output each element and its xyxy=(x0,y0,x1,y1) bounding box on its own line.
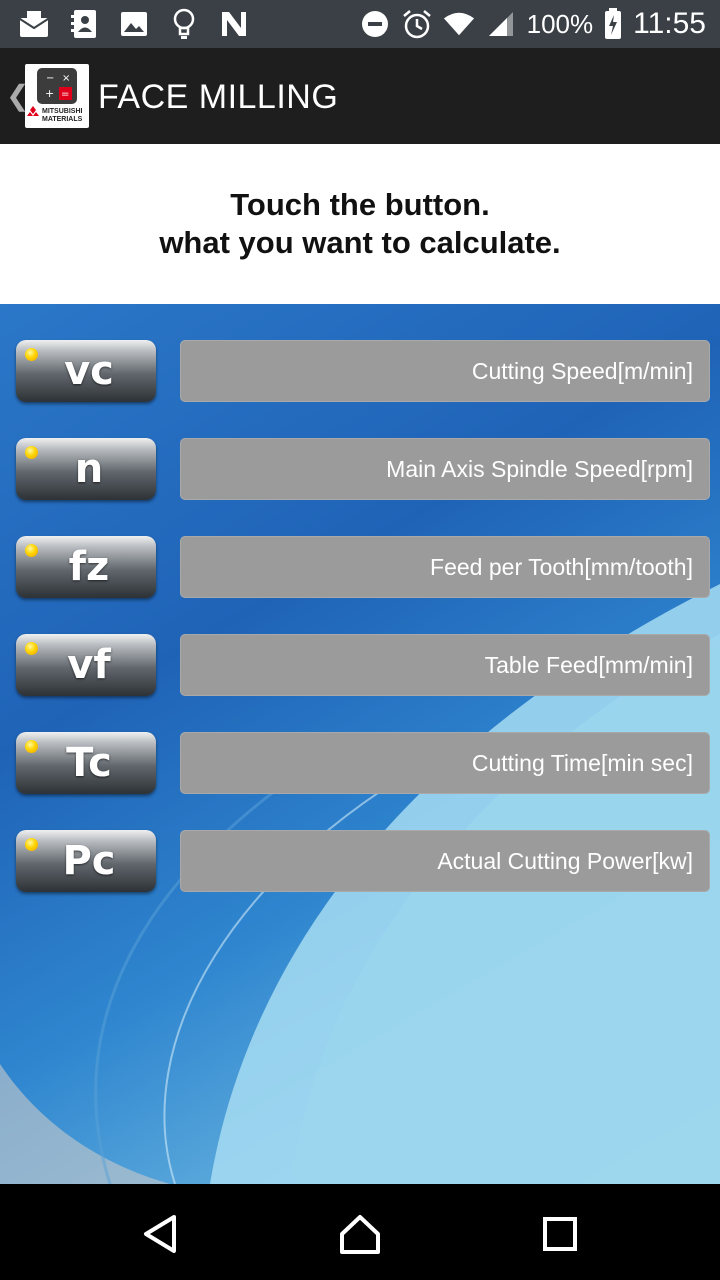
n-button[interactable]: n xyxy=(16,438,156,500)
indicator-dot-icon xyxy=(25,446,38,459)
feed-per-tooth-label: Feed per Tooth[mm/tooth] xyxy=(430,553,693,580)
spindle-speed-button[interactable]: Main Axis Spindle Speed[rpm] xyxy=(180,438,710,500)
cutting-speed-button[interactable]: Cutting Speed[m/min] xyxy=(180,340,710,402)
table-feed-button[interactable]: Table Feed[mm/min] xyxy=(180,634,710,696)
row-tc: Tc Cutting Time[min sec] xyxy=(16,732,712,796)
spindle-speed-label: Main Axis Spindle Speed[rpm] xyxy=(386,455,693,482)
clock: 11:55 xyxy=(633,7,706,40)
indicator-dot-icon xyxy=(25,740,38,753)
pc-button[interactable]: Pc xyxy=(16,830,156,892)
vf-label: vf xyxy=(67,642,111,688)
battery-percent: 100% xyxy=(526,8,594,39)
vf-button[interactable]: vf xyxy=(16,634,156,696)
tc-label: Tc xyxy=(66,740,112,786)
fz-button[interactable]: fz xyxy=(16,536,156,598)
cutting-speed-label: Cutting Speed[m/min] xyxy=(471,357,693,384)
cutting-power-button[interactable]: Actual Cutting Power[kw] xyxy=(180,830,710,892)
fz-label: fz xyxy=(68,544,110,590)
home-icon[interactable] xyxy=(338,1212,382,1256)
svg-text:−: − xyxy=(46,73,54,84)
tc-button[interactable]: Tc xyxy=(16,732,156,794)
wifi-icon xyxy=(443,6,475,42)
page-title: FACE MILLING xyxy=(98,78,339,116)
row-vf: vf Table Feed[mm/min] xyxy=(16,634,712,698)
calculator-menu: vc Cutting Speed[m/min] n Main Axis Spin… xyxy=(0,304,720,1184)
instruction-line-1: Touch the button. xyxy=(230,187,490,222)
indicator-dot-icon xyxy=(25,838,38,851)
instruction-panel: Touch the button. what you want to calcu… xyxy=(0,144,720,304)
navigation-bar xyxy=(0,1184,720,1280)
dnd-icon xyxy=(359,6,391,42)
calculator-logo-icon[interactable]: − × + = MITSUBISHI MATERIALS xyxy=(25,64,89,128)
contacts-icon xyxy=(68,6,100,42)
indicator-dot-icon xyxy=(25,642,38,655)
bulb-icon xyxy=(168,6,200,42)
svg-text:+: + xyxy=(45,87,54,100)
row-n: n Main Axis Spindle Speed[rpm] xyxy=(16,438,712,502)
image-icon xyxy=(118,6,150,42)
app-bar: ❮ − × + = MITSUBISHI MATERIALS FACE MILL… xyxy=(0,48,720,144)
alarm-icon xyxy=(401,6,433,42)
row-fz: fz Feed per Tooth[mm/tooth] xyxy=(16,536,712,600)
logo-text-2: MATERIALS xyxy=(42,116,83,123)
signal-icon xyxy=(485,6,517,42)
system-icons: 100% 11:55 xyxy=(359,6,706,42)
logo-text-1: MITSUBISHI xyxy=(42,108,83,115)
svg-text:=: = xyxy=(61,89,69,100)
n-icon xyxy=(218,6,250,42)
cutting-power-label: Actual Cutting Power[kw] xyxy=(437,847,693,874)
back-triangle-icon[interactable] xyxy=(138,1212,182,1256)
notification-icons xyxy=(18,6,250,42)
instruction-line-2: what you want to calculate. xyxy=(159,225,561,260)
n-label: n xyxy=(74,446,104,492)
battery-icon xyxy=(603,6,623,42)
row-vc: vc Cutting Speed[m/min] xyxy=(16,340,712,404)
svg-text:×: × xyxy=(62,73,70,84)
cutting-time-label: Cutting Time[min sec] xyxy=(471,749,693,776)
table-feed-label: Table Feed[mm/min] xyxy=(484,651,693,678)
cutting-time-button[interactable]: Cutting Time[min sec] xyxy=(180,732,710,794)
indicator-dot-icon xyxy=(25,348,38,361)
row-pc: Pc Actual Cutting Power[kw] xyxy=(16,830,712,894)
pc-label: Pc xyxy=(62,838,116,884)
recents-icon[interactable] xyxy=(538,1212,582,1256)
indicator-dot-icon xyxy=(25,544,38,557)
vc-label: vc xyxy=(64,348,114,394)
mail-icon xyxy=(18,6,50,42)
status-bar: 100% 11:55 xyxy=(0,0,720,48)
vc-button[interactable]: vc xyxy=(16,340,156,402)
feed-per-tooth-button[interactable]: Feed per Tooth[mm/tooth] xyxy=(180,536,710,598)
